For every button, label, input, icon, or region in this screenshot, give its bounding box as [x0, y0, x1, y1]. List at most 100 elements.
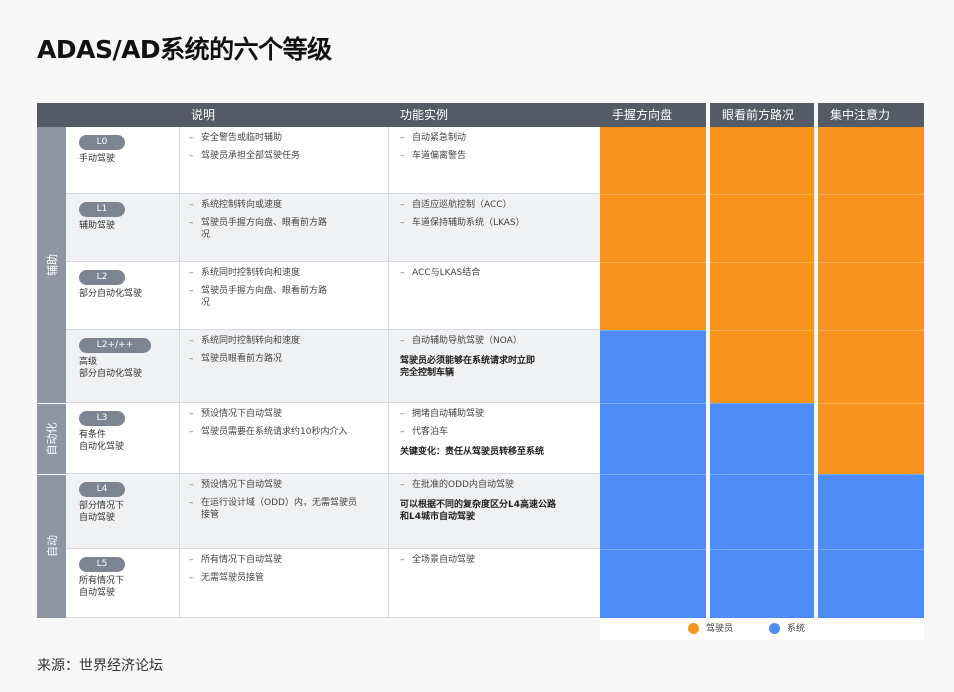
level-badge: L3 — [79, 411, 125, 426]
table-row: L5 所有情况下 自动驾驶 所有情况下自动驾驶无需驾驶员接管 全场景自动驾驶 — [66, 549, 600, 618]
column-divider — [388, 403, 389, 473]
level-name: 辅助驾驶 — [79, 221, 116, 231]
function-list: 拥堵自动辅助驾驶代客泊车关键变化：责任从驾驶员转移至系统 — [400, 408, 595, 458]
group-label-2: 自动 — [37, 474, 66, 618]
hands-cell-driver — [600, 262, 706, 330]
header-func: 功能实例 — [388, 103, 600, 127]
column-divider — [179, 194, 180, 261]
header-attention: 集中注意力 — [818, 103, 924, 127]
table-row: L0手动驾驶安全警告或临时辅助驾驶员承担全部驾驶任务自动紧急制动车道偏离警告 — [66, 127, 600, 194]
eyes-cell-driver — [710, 127, 814, 194]
hands-cell-system — [600, 403, 706, 474]
description-list: 系统同时控制转向和速度驾驶员手握方向盘、眼看前方路 况 — [189, 267, 379, 315]
attention-cell-system — [818, 549, 924, 618]
table-row: L4 部分情况下 自动驾驶 预设情况下自动驾驶在运行设计域（ODD）内，无需驾驶员 … — [66, 474, 600, 549]
column-divider — [388, 127, 389, 193]
attention-cell-system — [818, 474, 924, 549]
level-badge: L0 — [79, 135, 125, 150]
table-row: L3有条件 自动化驾驶预设情况下自动驾驶驾驶员需要在系统请求约10秒内介入拥堵自… — [66, 403, 600, 474]
function-item: 代客泊车 — [400, 426, 595, 438]
legend-driver-label: 驾驶员 — [706, 624, 734, 634]
description-item: 无需驾驶员接管 — [189, 572, 379, 584]
hands-cell-system — [600, 549, 706, 618]
description-list: 所有情况下自动驾驶无需驾驶员接管 — [189, 554, 379, 590]
function-list: 自动辅助导航驾驶（NOA） 驾驶员必须能够在系统请求时立即 完全控制车辆 — [400, 335, 595, 379]
table-row: L1辅助驾驶系统控制转向或速度驾驶员手握方向盘、眼看前方路 况自适应巡航控制（A… — [66, 194, 600, 262]
level-badge: L2 — [79, 270, 125, 285]
eyes-cell-system — [710, 403, 814, 474]
function-item: 拥堵自动辅助驾驶 — [400, 408, 595, 420]
function-item: 自动紧急制动 — [400, 132, 595, 144]
header-hands: 手握方向盘 — [600, 103, 706, 127]
hands-cell-driver — [600, 194, 706, 262]
attention-cell-driver — [818, 403, 924, 474]
header-desc: 说明 — [179, 103, 388, 127]
description-item: 系统控制转向或速度 — [189, 199, 379, 211]
function-list: ACC与LKAS结合 — [400, 267, 595, 285]
group-separator — [37, 474, 66, 475]
column-divider — [388, 194, 389, 261]
legend: 驾驶员 系统 — [600, 618, 924, 640]
header-blank — [37, 103, 179, 127]
function-item: 自适应巡航控制（ACC） — [400, 199, 595, 211]
function-item: 自动辅助导航驾驶（NOA） — [400, 335, 595, 347]
attention-cell-driver — [818, 127, 924, 194]
key-note: 关键变化：责任从驾驶员转移至系统 — [400, 447, 545, 457]
source-note: 来源：世界经济论坛 — [37, 658, 163, 674]
description-item: 所有情况下自动驾驶 — [189, 554, 379, 566]
legend-system-label: 系统 — [787, 624, 806, 634]
group-label-text: 辅助 — [45, 254, 59, 276]
group-label-0: 辅助 — [37, 127, 66, 403]
column-divider — [179, 127, 180, 193]
key-note: 驾驶员必须能够在系统请求时立即 完全控制车辆 — [400, 356, 536, 378]
description-item: 预设情况下自动驾驶 — [189, 408, 379, 420]
description-item: 驾驶员眼看前方路况 — [189, 353, 379, 365]
page-title: ADAS/AD系统的六个等级 — [37, 35, 332, 64]
function-list: 在批准的ODD内自动驾驶可以根据不同的复杂度区分L4高速公路 和L4城市自动驾驶 — [400, 479, 595, 523]
levels-table: 说明 功能实例 手握方向盘 眼看前方路况 集中注意力 辅助自动化自动 L0 手动驾驶… — [37, 103, 924, 618]
eyes-cell-driver — [710, 262, 814, 330]
function-item: 在批准的ODD内自动驾驶 — [400, 479, 595, 491]
function-list: 自动紧急制动车道偏离警告 — [400, 132, 595, 168]
level-badge: L5 — [79, 557, 125, 572]
function-item: 全场景自动驾驶 — [400, 554, 595, 566]
hands-cell-system — [600, 330, 706, 403]
function-item: 车道偏离警告 — [400, 150, 595, 162]
legend-driver-dot — [688, 623, 699, 634]
eyes-cell-driver — [710, 194, 814, 262]
group-label-1: 自动化 — [37, 403, 66, 474]
function-list: 全场景自动驾驶 — [400, 554, 595, 572]
column-divider — [179, 330, 180, 402]
description-item: 驾驶员需要在系统请求约10秒内介入 — [189, 426, 379, 438]
group-label-text: 自动 — [45, 535, 59, 557]
legend-system-dot — [769, 623, 780, 634]
attention-cell-driver — [818, 330, 924, 403]
level-badge: L1 — [79, 202, 125, 217]
column-divider — [388, 474, 389, 548]
description-list: 预设情况下自动驾驶驾驶员需要在系统请求约10秒内介入 — [189, 408, 379, 444]
header-eyes: 眼看前方路况 — [710, 103, 814, 127]
description-list: 系统同时控制转向和速度驾驶员眼看前方路况 — [189, 335, 379, 371]
function-list: 自适应巡航控制（ACC） 车道保持辅助系统（LKAS） — [400, 199, 595, 235]
table-row: L2+/++高级 部分自动化驾驶系统同时控制转向和速度驾驶员眼看前方路况自动辅助… — [66, 330, 600, 403]
column-divider — [179, 549, 180, 617]
description-item: 系统同时控制转向和速度 — [189, 335, 379, 347]
column-divider — [388, 330, 389, 402]
description-item: 在运行设计域（ODD）内，无需驾驶员 接管 — [189, 497, 379, 521]
function-item: ACC与LKAS结合 — [400, 267, 595, 279]
level-name: 有条件 自动化驾驶 — [79, 430, 125, 452]
description-item: 驾驶员手握方向盘、眼看前方路 况 — [189, 217, 379, 241]
table-row: L2 部分自动化驾驶 系统同时控制转向和速度驾驶员手握方向盘、眼看前方路 况 ACC与… — [66, 262, 600, 330]
group-label-text: 自动化 — [45, 422, 59, 455]
description-list: 预设情况下自动驾驶在运行设计域（ODD）内，无需驾驶员 接管 — [189, 479, 379, 527]
description-item: 驾驶员承担全部驾驶任务 — [189, 150, 379, 162]
level-name: 部分自动化驾驶 — [79, 289, 143, 299]
column-divider — [388, 262, 389, 329]
function-item: 车道保持辅助系统（LKAS） — [400, 217, 595, 229]
attention-cell-driver — [818, 194, 924, 262]
level-name: 手动驾驶 — [79, 154, 116, 164]
group-separator — [37, 403, 66, 404]
description-item: 预设情况下自动驾驶 — [189, 479, 379, 491]
eyes-cell-driver — [710, 330, 814, 403]
description-item: 系统同时控制转向和速度 — [189, 267, 379, 279]
